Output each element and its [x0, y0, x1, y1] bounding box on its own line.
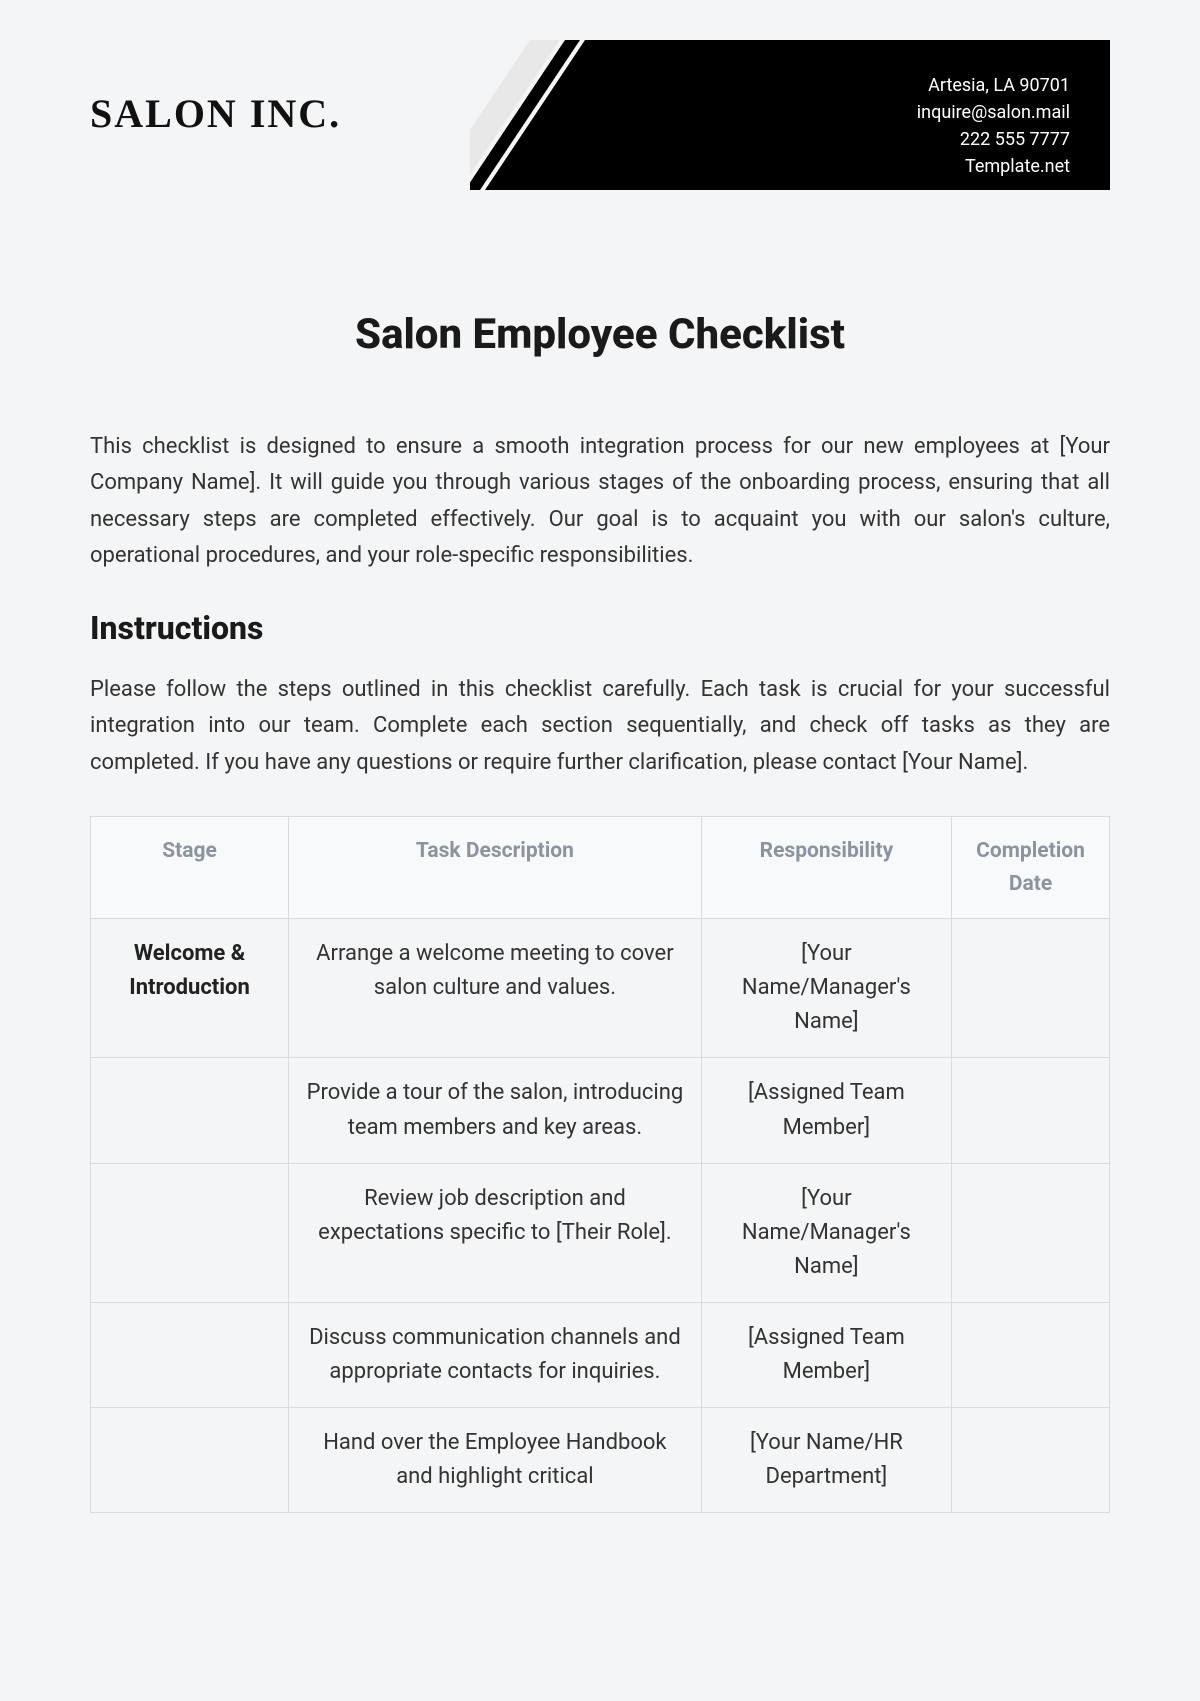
table-row: Discuss communication channels and appro… [91, 1302, 1110, 1407]
intro-paragraph: This checklist is designed to ensure a s… [90, 429, 1110, 574]
page: SALON INC. Artesia, LA 90701 inquire@sal… [0, 0, 1200, 1513]
cell-task: Review job description and expectations … [289, 1163, 702, 1302]
cell-stage [91, 1302, 289, 1407]
cell-task: Hand over the Employee Handbook and high… [289, 1408, 702, 1513]
col-completion: Completion Date [952, 817, 1110, 919]
contact-website: Template.net [917, 153, 1070, 180]
cell-stage [91, 1058, 289, 1163]
checklist-table: Stage Task Description Responsibility Co… [90, 816, 1110, 1513]
cell-responsibility: [Assigned Team Member] [701, 1058, 951, 1163]
cell-completion[interactable] [952, 1302, 1110, 1407]
cell-responsibility: [Your Name/Manager's Name] [701, 919, 951, 1058]
cell-stage [91, 1408, 289, 1513]
document-header: SALON INC. Artesia, LA 90701 inquire@sal… [90, 40, 1110, 190]
instructions-paragraph: Please follow the steps outlined in this… [90, 672, 1110, 781]
col-stage: Stage [91, 817, 289, 919]
contact-email: inquire@salon.mail [917, 99, 1070, 126]
document-body: Salon Employee Checklist This checklist … [90, 310, 1110, 1513]
cell-completion[interactable] [952, 1163, 1110, 1302]
cell-task: Provide a tour of the salon, introducing… [289, 1058, 702, 1163]
cell-responsibility: [Assigned Team Member] [701, 1302, 951, 1407]
contact-phone: 222 555 7777 [917, 126, 1070, 153]
cell-task: Arrange a welcome meeting to cover salon… [289, 919, 702, 1058]
cell-responsibility: [Your Name/Manager's Name] [701, 1163, 951, 1302]
cell-stage: Welcome & Introduction [91, 919, 289, 1058]
table-row: Provide a tour of the salon, introducing… [91, 1058, 1110, 1163]
table-row: Welcome & Introduction Arrange a welcome… [91, 919, 1110, 1058]
table-row: Review job description and expectations … [91, 1163, 1110, 1302]
cell-task: Discuss communication channels and appro… [289, 1302, 702, 1407]
table-header-row: Stage Task Description Responsibility Co… [91, 817, 1110, 919]
cell-responsibility: [Your Name/HR Department] [701, 1408, 951, 1513]
contact-info: Artesia, LA 90701 inquire@salon.mail 222… [917, 72, 1070, 180]
cell-completion[interactable] [952, 1408, 1110, 1513]
cell-stage [91, 1163, 289, 1302]
table-row: Hand over the Employee Handbook and high… [91, 1408, 1110, 1513]
instructions-heading: Instructions [90, 609, 1110, 647]
col-responsibility: Responsibility [701, 817, 951, 919]
cell-completion[interactable] [952, 919, 1110, 1058]
contact-address: Artesia, LA 90701 [917, 72, 1070, 99]
document-title: Salon Employee Checklist [90, 310, 1110, 359]
company-name: SALON INC. [90, 90, 341, 137]
cell-completion[interactable] [952, 1058, 1110, 1163]
col-task: Task Description [289, 817, 702, 919]
